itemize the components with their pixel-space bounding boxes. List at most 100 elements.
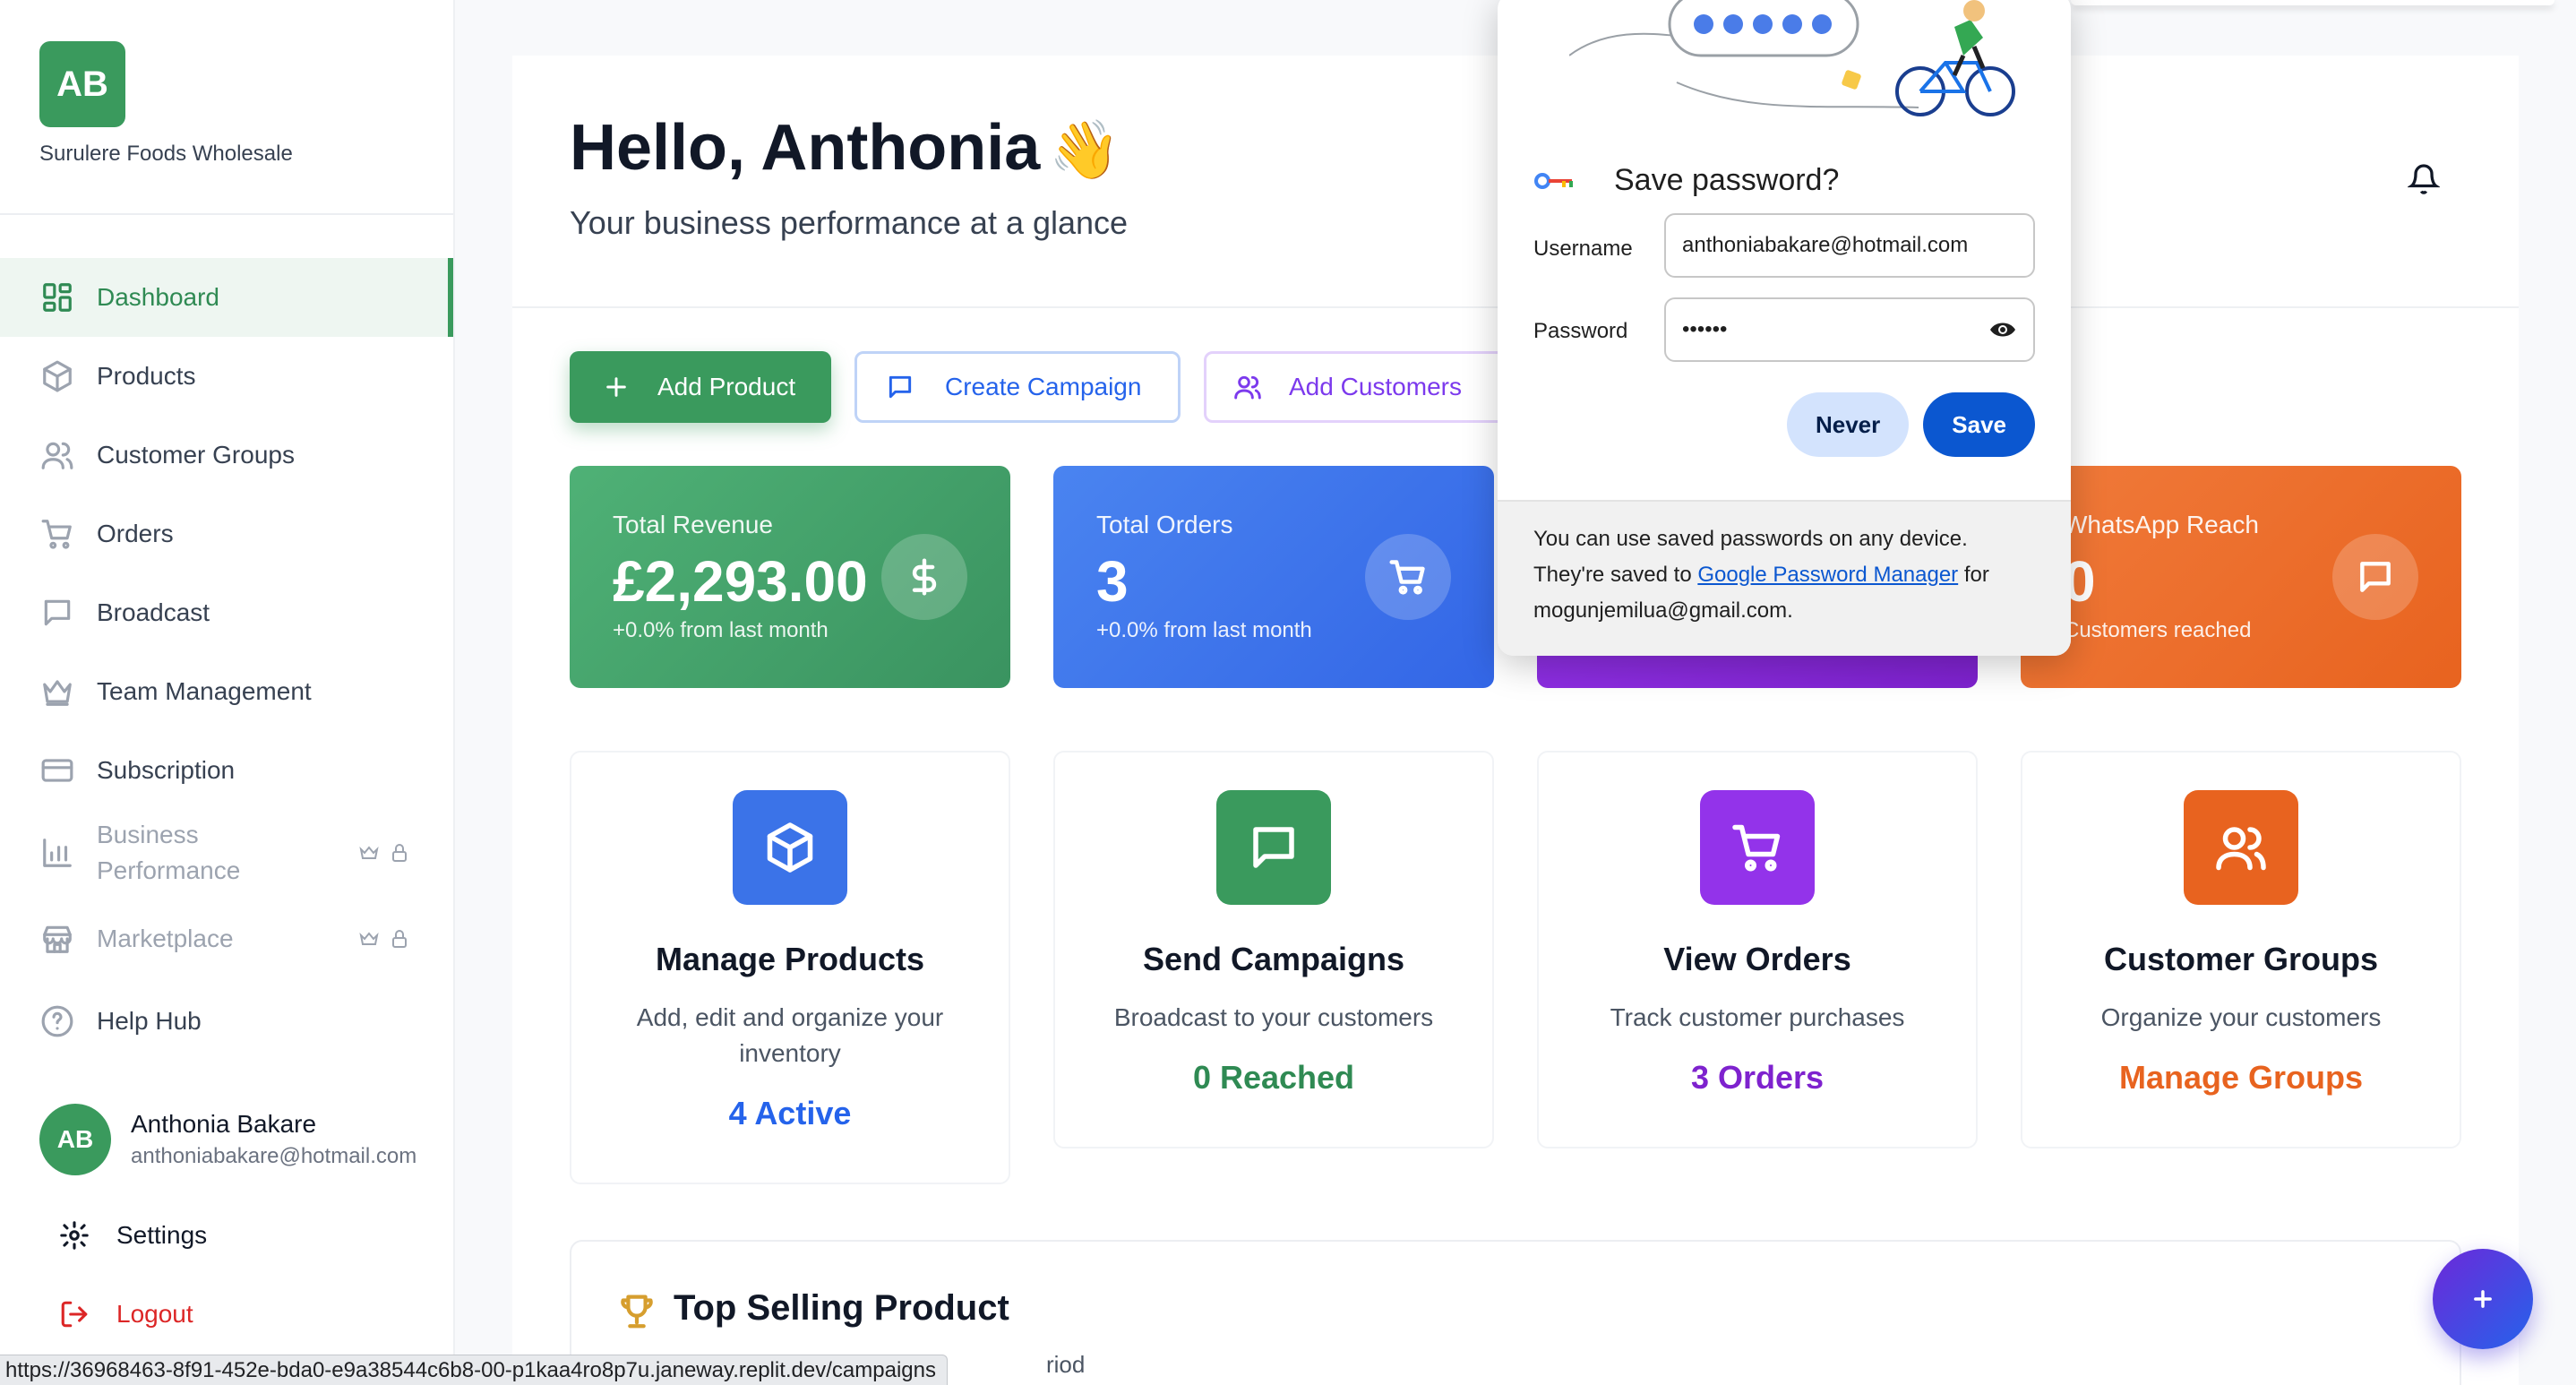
sidebar-item-label: Marketplace <box>97 925 234 952</box>
feature-title: Send Campaigns <box>1142 941 1405 977</box>
notification-bell-icon[interactable] <box>2407 163 2441 195</box>
stat-card-total-revenue: Total Revenue £2,293.00 +0.0% from last … <box>570 466 1010 688</box>
sidebar-item-subscription[interactable]: Subscription <box>0 731 453 810</box>
feature-title: Customer Groups <box>2103 941 2379 977</box>
sidebar-item-dashboard[interactable]: Dashboard <box>0 258 453 337</box>
feature-card-customer-groups[interactable]: Customer Groups Organize your customers … <box>2021 751 2461 1148</box>
sidebar-item-business-performance[interactable]: Business Performance <box>0 810 453 896</box>
sidebar-item-team-management[interactable]: Team Management <box>0 652 453 731</box>
sidebar-item-label: Orders <box>97 520 174 547</box>
username-value: anthoniabakare@hotmail.com <box>1682 233 1969 257</box>
username-field[interactable]: anthoniabakare@hotmail.com <box>1664 213 2035 278</box>
key-icon <box>1534 172 1573 189</box>
sidebar-item-orders[interactable]: Orders <box>0 495 453 573</box>
avatar: AB <box>39 1104 111 1175</box>
page-title: Hello, Anthonia 👋 <box>570 111 1121 185</box>
store-icon <box>39 921 75 957</box>
feature-card-view-orders[interactable]: View Orders Track customer purchases 3 O… <box>1537 751 1978 1148</box>
stat-caption: Customers reached <box>2064 618 2252 642</box>
users-icon <box>1234 375 1261 400</box>
logout-icon <box>61 1301 88 1328</box>
premium-lock-badges <box>358 842 410 864</box>
popup-edge <box>2071 0 2555 5</box>
stat-title: WhatsApp Reach <box>2064 511 2259 538</box>
feature-description: Add, edit and organize your inventory <box>636 1003 944 1067</box>
floating-add-button[interactable] <box>2433 1249 2533 1349</box>
feature-card-send-campaigns[interactable]: Send Campaigns Broadcast to your custome… <box>1053 751 1494 1148</box>
add-customers-label: Add Customers <box>1289 373 1462 400</box>
add-customers-button[interactable]: Add Customers <box>1204 351 1508 423</box>
crown-icon <box>39 674 75 710</box>
feature-description: Broadcast to your customers <box>1113 1003 1434 1031</box>
password-field[interactable]: •••••• <box>1664 297 2035 362</box>
footer-line-2: They're saved to Google Password Manager… <box>1533 557 2035 593</box>
stat-title: Total Orders <box>1096 511 1233 538</box>
cyclist-illustration <box>1569 0 2015 116</box>
sidebar-item-label: Customer Groups <box>97 441 295 469</box>
dashboard-grid-icon <box>39 280 75 315</box>
sidebar-item-marketplace[interactable]: Marketplace <box>0 896 453 982</box>
package-icon <box>39 358 75 394</box>
sidebar-nav: Dashboard Products Customer Groups Order… <box>0 258 453 1061</box>
password-label: Password <box>1533 319 1628 343</box>
add-product-label: Add Product <box>657 373 796 400</box>
google-password-manager-link[interactable]: Google Password Manager <box>1697 563 1958 587</box>
brand-logo[interactable]: AB <box>39 41 125 127</box>
save-button[interactable]: Save <box>1923 392 2035 457</box>
never-button[interactable]: Never <box>1786 392 1910 457</box>
sidebar-item-help-hub[interactable]: Help Hub <box>0 982 453 1061</box>
footer-line-2-post: for <box>1958 563 1989 587</box>
settings-link[interactable]: Settings <box>59 1220 207 1251</box>
users-icon <box>39 437 75 473</box>
lock-icon <box>392 930 407 948</box>
feature-stat: 4 Active <box>728 1095 852 1131</box>
sidebar-divider <box>0 213 453 215</box>
password-value: •••••• <box>1682 317 1728 341</box>
plus-icon <box>2474 1290 2492 1308</box>
sidebar-item-customer-groups[interactable]: Customer Groups <box>0 416 453 495</box>
plus-icon <box>606 377 626 397</box>
cart-icon <box>1365 534 1451 620</box>
page-subtitle: Your business performance at a glance <box>570 204 1129 241</box>
premium-lock-badges <box>358 928 410 950</box>
top-selling-title: Top Selling Product <box>674 1288 1009 1328</box>
gear-icon <box>60 1221 89 1250</box>
greeting-text: Hello, Anthonia <box>570 112 1041 184</box>
message-icon <box>2332 534 2418 620</box>
stat-caption: +0.0% from last month <box>613 618 829 642</box>
status-bar-url: https://36968463-8f91-452e-bda0-e9a38544… <box>0 1355 948 1385</box>
wave-emoji: 👋 <box>1049 117 1121 182</box>
user-profile[interactable]: AB Anthonia Bakare anthoniabakare@hotmai… <box>39 1104 417 1175</box>
dialog-footer: You can use saved passwords on any devic… <box>1498 500 2071 656</box>
sidebar: AB Surulere Foods Wholesale Dashboard Pr… <box>0 0 455 1385</box>
stat-value: 3 <box>1096 549 1129 614</box>
eye-icon[interactable] <box>1988 317 2017 342</box>
feature-stat: 3 Orders <box>1690 1059 1825 1096</box>
users-icon <box>2184 790 2298 905</box>
sidebar-item-label: Broadcast <box>97 598 210 626</box>
sidebar-item-label: Help Hub <box>97 1007 202 1035</box>
stat-card-total-orders: Total Orders 3 +0.0% from last month <box>1053 466 1494 688</box>
feature-stat: 0 Reached <box>1192 1059 1355 1096</box>
dialog-actions: Never Save <box>1786 392 2035 457</box>
user-email: anthoniabakare@hotmail.com <box>131 1144 417 1168</box>
sidebar-item-broadcast[interactable]: Broadcast <box>0 573 453 652</box>
sidebar-item-label: Dashboard <box>97 283 219 311</box>
feature-description: Track customer purchases <box>1610 1003 1905 1031</box>
feature-title: View Orders <box>1663 941 1851 977</box>
feature-card-manage-products[interactable]: Manage Products Add, edit and organize y… <box>570 751 1010 1184</box>
create-campaign-label: Create Campaign <box>945 373 1142 400</box>
add-product-button[interactable]: Add Product <box>570 351 831 423</box>
create-campaign-button[interactable]: Create Campaign <box>854 351 1181 423</box>
feature-stat: Manage Groups <box>2118 1059 2364 1096</box>
footer-line-1: You can use saved passwords on any devic… <box>1533 527 1968 551</box>
sidebar-item-products[interactable]: Products <box>0 337 453 416</box>
footer-line-2-pre: They're saved to <box>1533 563 1698 587</box>
dollar-icon <box>881 534 967 620</box>
brand-name: Surulere Foods Wholesale <box>39 142 293 166</box>
stat-caption: +0.0% from last month <box>1096 618 1312 642</box>
sidebar-item-label: Products <box>97 362 196 390</box>
crown-icon <box>359 846 379 859</box>
logout-link[interactable]: Logout <box>59 1299 193 1329</box>
crown-icon <box>359 932 379 945</box>
